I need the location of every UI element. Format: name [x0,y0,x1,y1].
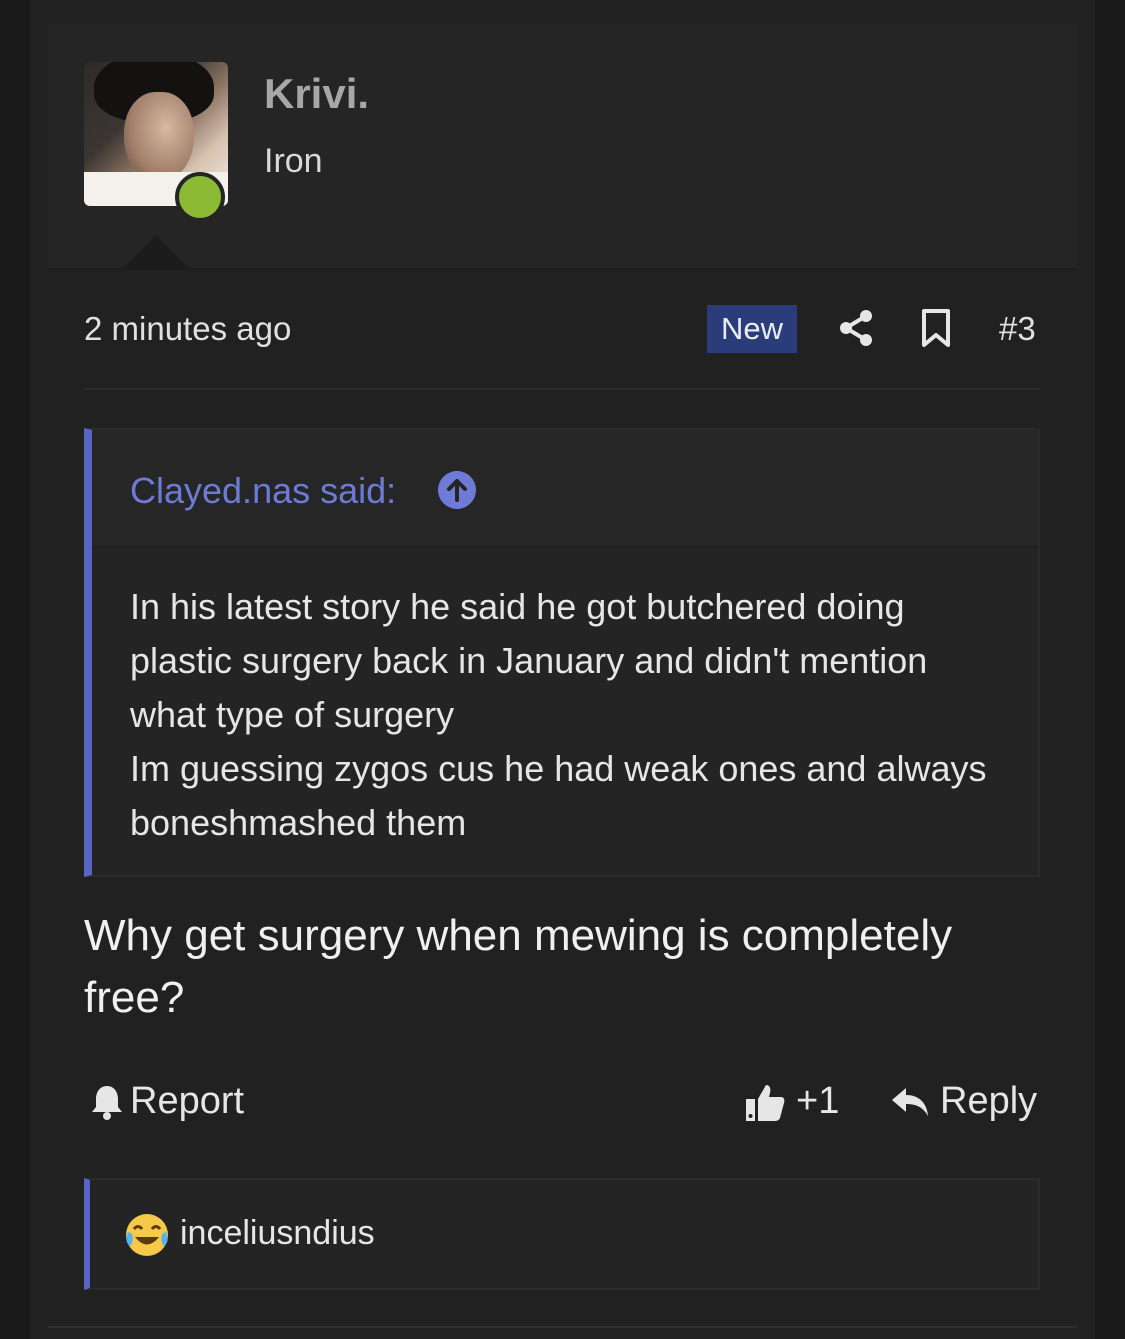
reply-arrow-icon [892,1087,928,1116]
thumbs-up-icon [746,1084,785,1121]
quote-header: Clayed.nas said: [92,430,1038,548]
quote-author-link[interactable]: Clayed.nas said: [130,470,396,512]
reply-button[interactable]: Reply [890,1080,1037,1123]
new-badge: New [707,305,797,353]
joy-tears-icon [126,1214,168,1256]
like-button[interactable]: +1 [744,1080,839,1123]
author-rank-title: Iron [264,142,323,180]
divider [48,1326,1077,1328]
bookmark-icon[interactable] [919,308,953,348]
quote-line: Im guessing zygos cus he had weak ones a… [130,748,987,843]
quote-line: In his latest story he said he got butch… [130,586,928,735]
report-label: Report [130,1080,245,1122]
author-username[interactable]: Krivi. [264,70,369,118]
share-icon[interactable] [836,308,876,348]
reactions-bar[interactable]: inceliusndius [84,1178,1040,1290]
like-count: +1 [796,1080,840,1122]
reaction-user-list[interactable]: inceliusndius [180,1214,375,1253]
post-body-text: Why get surgery when mewing is completel… [84,911,953,1022]
quote-block: Clayed.nas said: In his latest story he … [84,428,1040,877]
user-block-arrow [122,235,190,269]
online-status-indicator [175,172,225,222]
post-timestamp[interactable]: 2 minutes ago [84,310,291,348]
post-meta-row: 2 minutes ago New #3 [84,300,1040,360]
reply-label: Reply [940,1080,1038,1122]
go-to-quote-arrow-icon[interactable] [438,471,476,509]
post-actions-bar: Report +1 Reply [84,1080,1040,1130]
quote-body: In his latest story he said he got butch… [130,580,1010,850]
report-button[interactable]: Report [90,1080,244,1123]
post-number-link[interactable]: #3 [999,310,1036,348]
bell-icon [92,1085,122,1120]
divider [84,388,1040,390]
